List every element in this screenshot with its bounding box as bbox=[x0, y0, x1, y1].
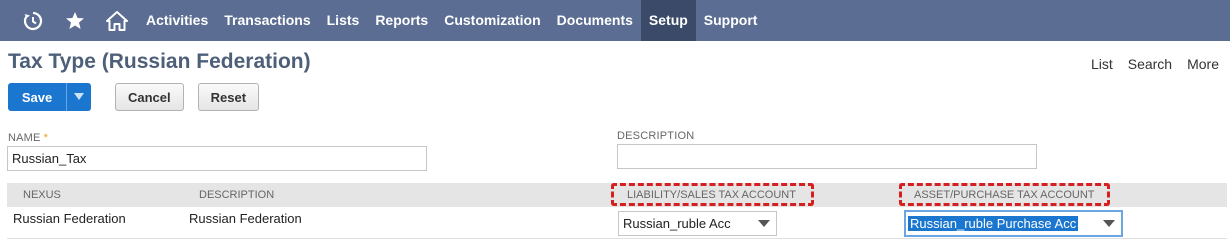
more-link[interactable]: More bbox=[1187, 56, 1219, 72]
save-button[interactable]: Save bbox=[8, 83, 66, 111]
search-link[interactable]: Search bbox=[1128, 56, 1172, 72]
star-icon[interactable] bbox=[54, 0, 96, 41]
recent-icon[interactable] bbox=[12, 0, 54, 41]
toolbar: Save Cancel Reset bbox=[8, 83, 260, 111]
save-button-group: Save bbox=[8, 83, 91, 111]
column-header-description: DESCRIPTION bbox=[199, 189, 275, 201]
dropdown-arrow-icon bbox=[752, 220, 776, 227]
chevron-down-icon bbox=[74, 93, 84, 100]
asset-account-value: Russian_ruble Purchase Acc bbox=[908, 216, 1079, 231]
required-marker: * bbox=[43, 132, 49, 144]
liability-account-select[interactable]: Russian_ruble Acc bbox=[618, 211, 777, 236]
home-icon[interactable] bbox=[96, 0, 138, 41]
nav-support[interactable]: Support bbox=[696, 0, 766, 41]
name-input[interactable]: Russian_Tax bbox=[7, 146, 427, 171]
page-links: List Search More bbox=[1076, 56, 1219, 72]
description-input[interactable] bbox=[617, 144, 1037, 169]
nav-documents[interactable]: Documents bbox=[549, 0, 641, 41]
liability-header-highlight bbox=[611, 183, 814, 206]
nav-customization[interactable]: Customization bbox=[436, 0, 548, 41]
dropdown-arrow-icon bbox=[1097, 220, 1121, 227]
reset-button[interactable]: Reset bbox=[197, 83, 260, 111]
top-nav: Activities Transactions Lists Reports Cu… bbox=[0, 0, 1230, 41]
nav-transactions[interactable]: Transactions bbox=[216, 0, 318, 41]
save-menu-button[interactable] bbox=[66, 83, 91, 111]
nav-lists[interactable]: Lists bbox=[319, 0, 368, 41]
row-divider bbox=[7, 238, 1227, 239]
nav-setup[interactable]: Setup bbox=[640, 0, 696, 41]
nav-reports[interactable]: Reports bbox=[367, 0, 436, 41]
row-description-cell: Russian Federation bbox=[189, 211, 302, 226]
nav-activities[interactable]: Activities bbox=[138, 0, 216, 41]
asset-account-select[interactable]: Russian_ruble Purchase Acc bbox=[904, 210, 1123, 237]
description-field-label: DESCRIPTION bbox=[617, 130, 695, 142]
asset-header-highlight bbox=[899, 183, 1110, 206]
page-title: Tax Type (Russian Federation) bbox=[8, 50, 311, 73]
name-field-label: NAME * bbox=[8, 132, 48, 144]
name-label-text: NAME bbox=[8, 132, 41, 144]
list-link[interactable]: List bbox=[1091, 56, 1113, 72]
cancel-button[interactable]: Cancel bbox=[115, 83, 184, 111]
liability-account-value: Russian_ruble Acc bbox=[623, 216, 731, 231]
column-header-nexus: NEXUS bbox=[23, 189, 61, 201]
row-nexus-cell: Russian Federation bbox=[13, 211, 126, 226]
